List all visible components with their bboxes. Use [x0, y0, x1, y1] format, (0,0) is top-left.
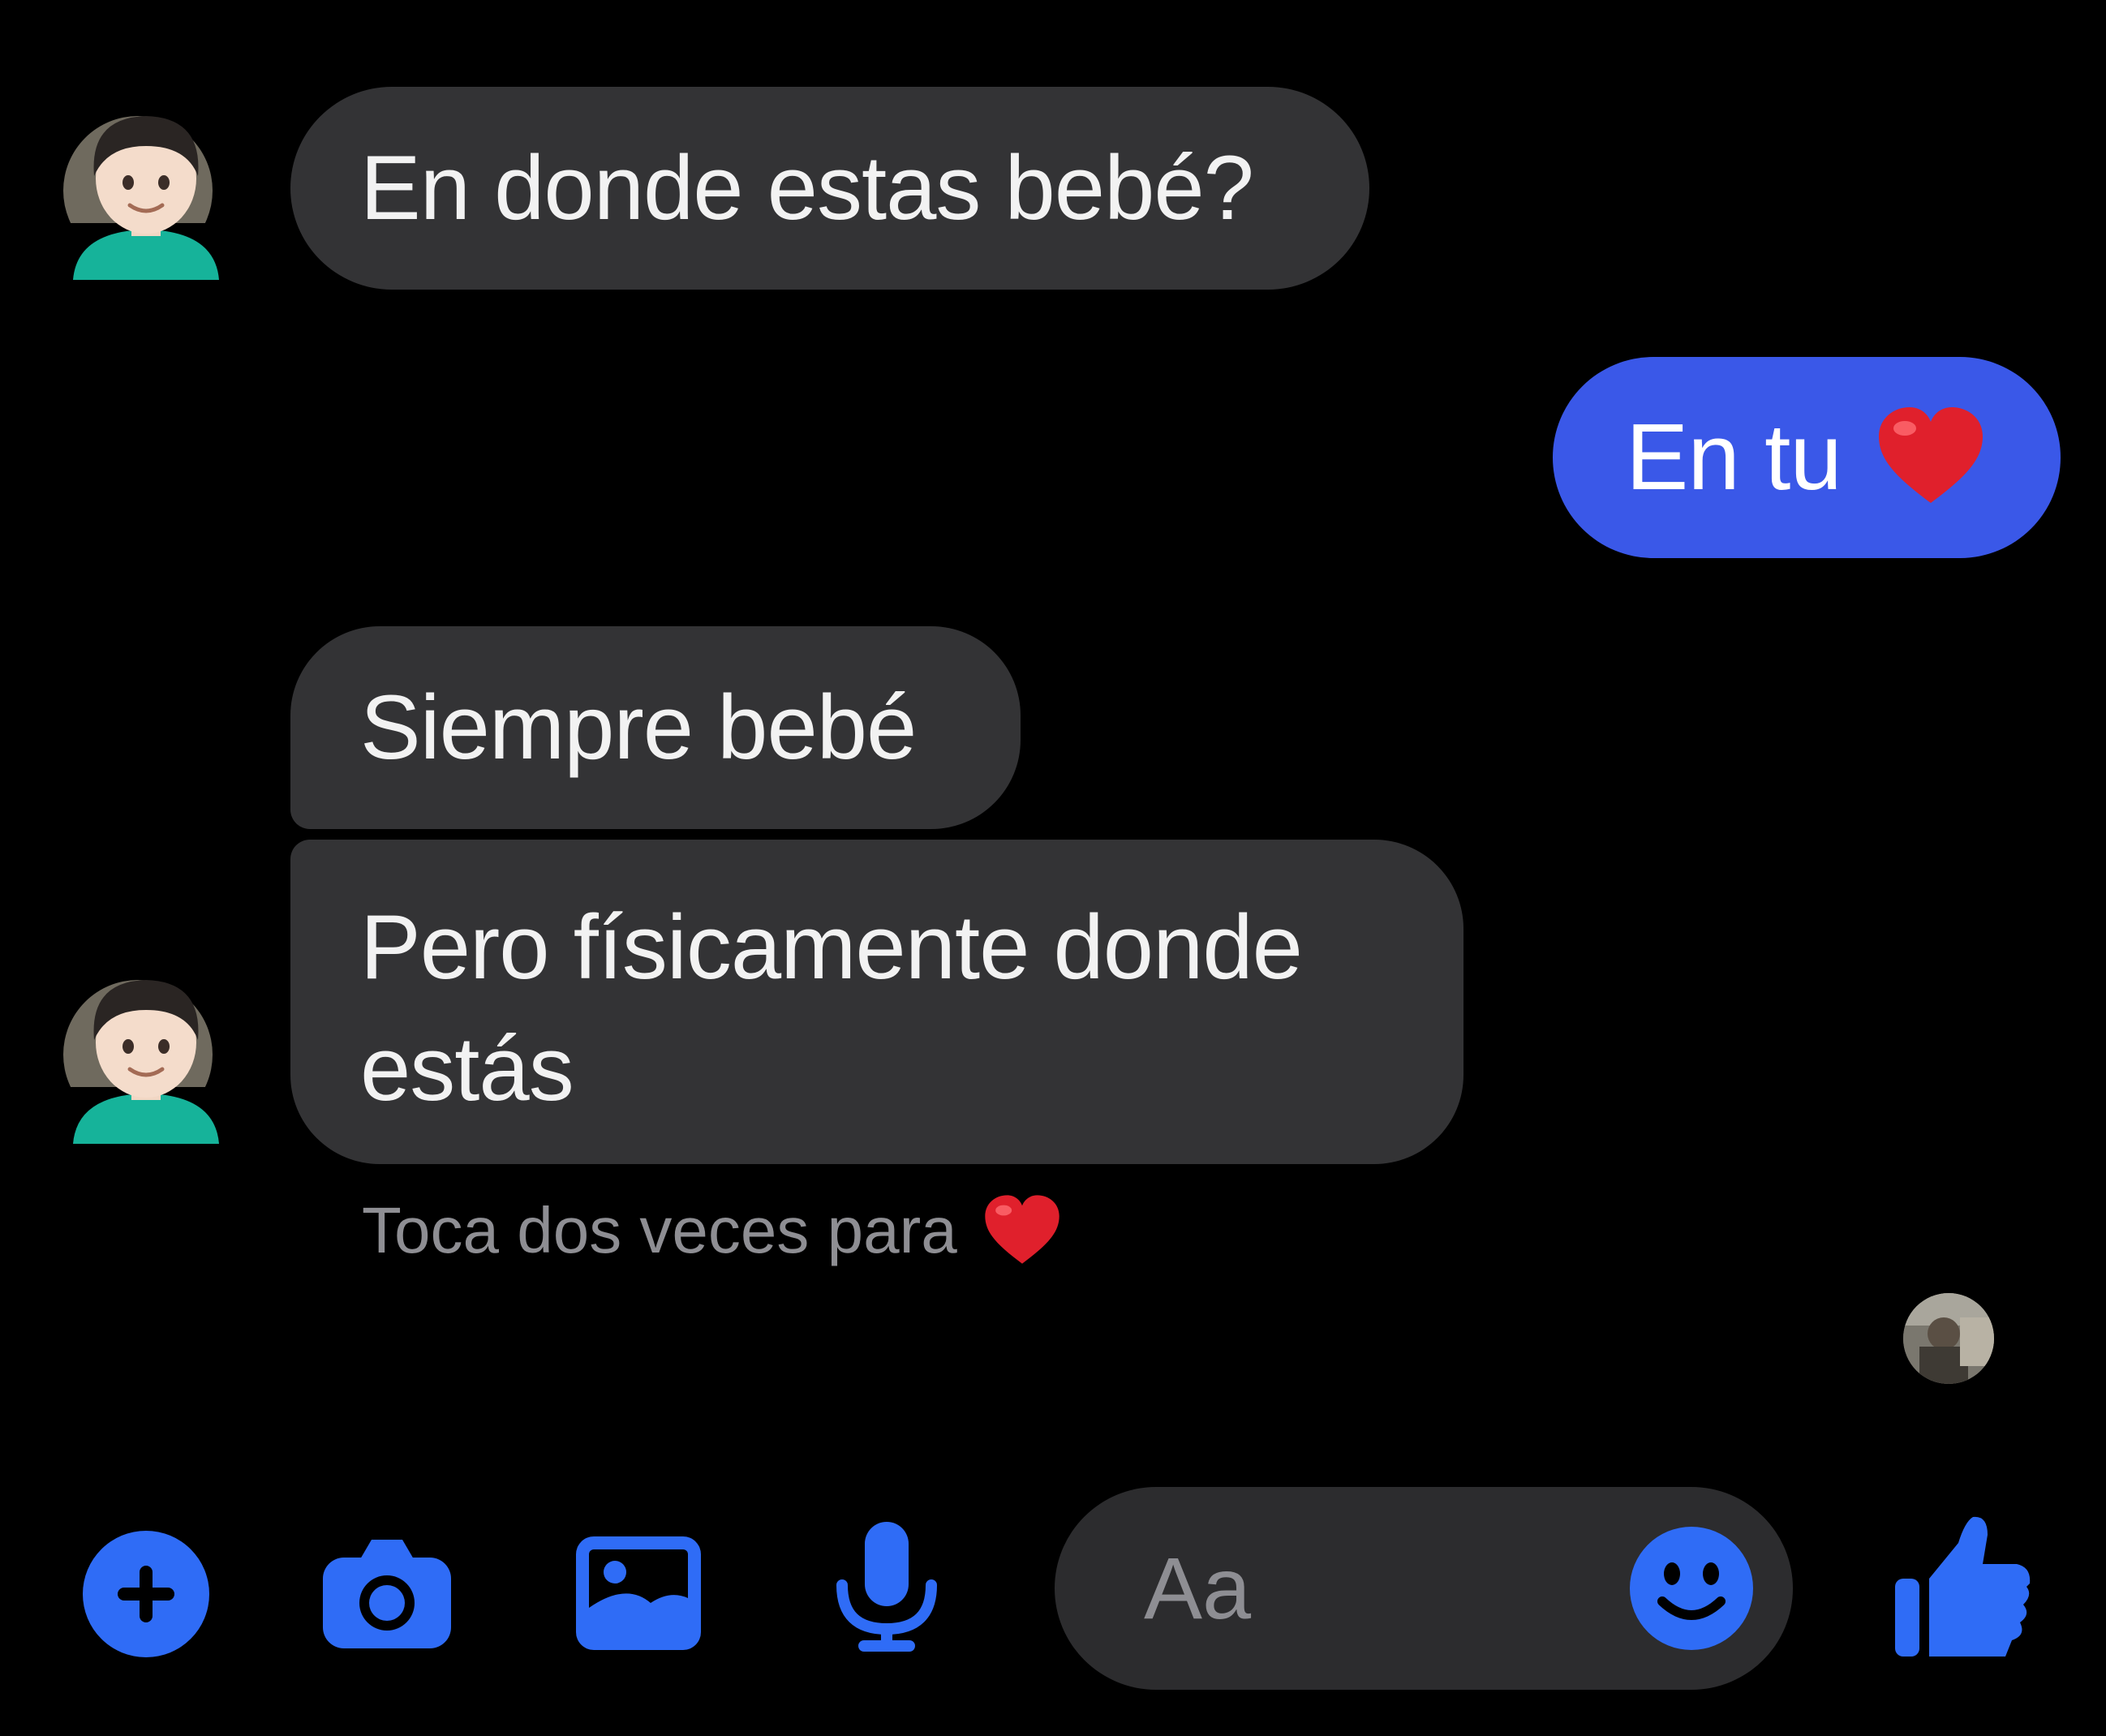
message-bubble-incoming[interactable]: En donde estas bebé? — [290, 87, 1369, 290]
message-text: Siempre bebé — [360, 677, 917, 778]
thumbs-up-icon[interactable] — [1884, 1510, 2038, 1665]
contact-avatar-icon[interactable] — [57, 965, 235, 1144]
message-bubble-incoming[interactable]: Pero físicamente donde estás — [290, 840, 1463, 1164]
message-text-line: Pero físicamente donde — [360, 896, 1303, 998]
red-heart-icon — [1874, 404, 1988, 509]
smiley-icon[interactable] — [1627, 1523, 1756, 1653]
message-text: En donde estas bebé? — [360, 137, 1254, 238]
image-icon[interactable] — [569, 1519, 707, 1657]
message-bubble-outgoing[interactable]: En tu — [1553, 357, 2061, 558]
hint-text: Toca dos veces para — [362, 1194, 957, 1266]
message-text: En tu — [1626, 404, 1842, 509]
plus-icon[interactable] — [77, 1525, 215, 1663]
microphone-icon[interactable] — [818, 1517, 956, 1655]
red-heart-icon — [982, 1192, 1063, 1269]
double-tap-reaction-hint: Toca dos veces para — [362, 1186, 1063, 1275]
message-input-placeholder[interactable]: Aa — [1144, 1528, 1251, 1649]
messenger-chat-screen: En donde estas bebé? En tu Siempre bebé … — [0, 0, 2106, 1736]
message-bubble-incoming[interactable]: Siempre bebé — [290, 626, 1021, 829]
message-composer[interactable]: Aa — [1055, 1487, 1793, 1690]
seen-receipt-avatar — [1903, 1293, 1994, 1384]
message-text-line: estás — [360, 1018, 574, 1119]
contact-avatar-icon[interactable] — [57, 101, 235, 280]
camera-icon[interactable] — [318, 1525, 456, 1663]
